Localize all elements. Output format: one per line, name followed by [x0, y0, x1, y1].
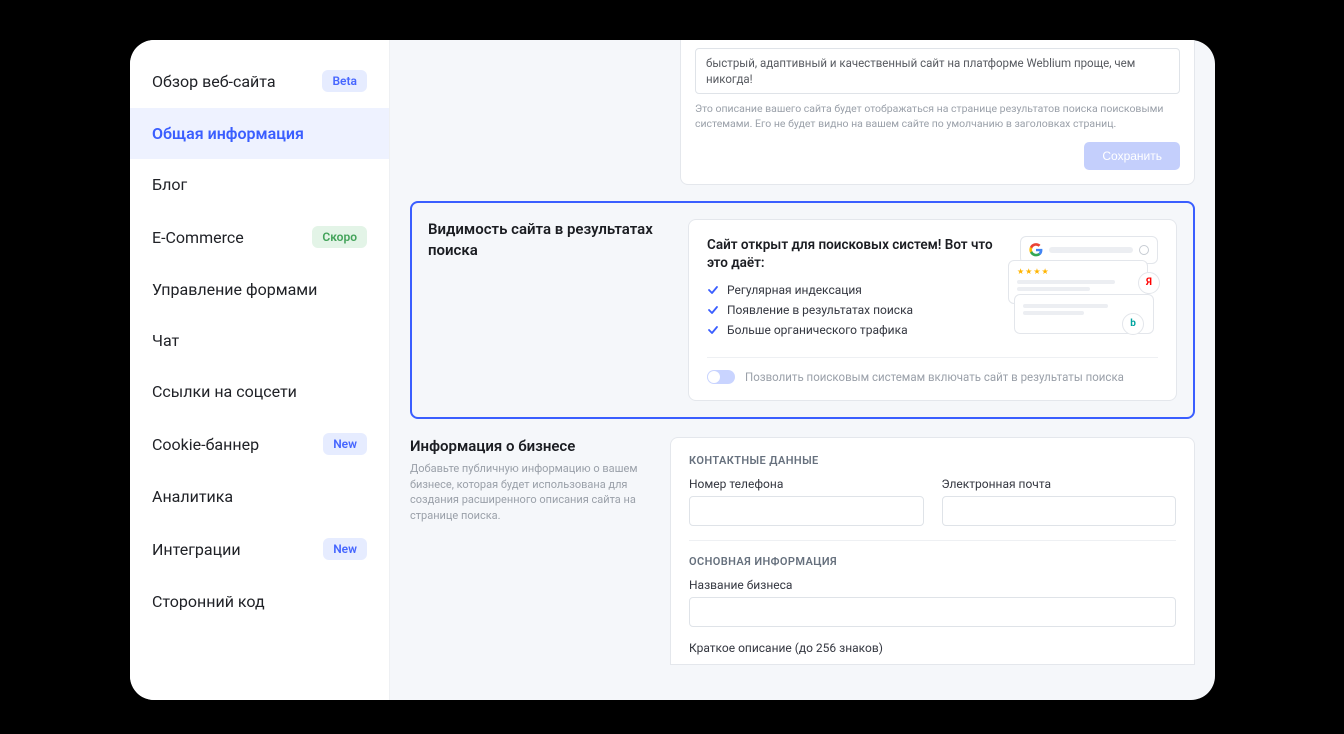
business-desc: Добавьте публичную информацию о вашем би… [410, 461, 650, 523]
phone-label: Номер телефона [689, 477, 924, 491]
sidebar-item-integrations[interactable]: Интеграции New [130, 522, 389, 576]
sidebar-item-label: Обзор веб-сайта [152, 72, 276, 91]
sidebar-item-label: Аналитика [152, 487, 233, 506]
sidebar-item-custom-code[interactable]: Сторонний код [130, 576, 389, 627]
visibility-title: Видимость сайта в результатах поиска [428, 219, 668, 261]
sidebar-item-label: Общая информация [152, 124, 304, 143]
new-badge: New [323, 538, 367, 560]
phone-input[interactable] [689, 496, 924, 526]
yandex-icon: Я [1138, 272, 1160, 294]
save-button[interactable]: Сохранить [1084, 142, 1180, 170]
sidebar-item-label: Ссылки на соцсети [152, 382, 297, 401]
check-icon [707, 284, 719, 296]
sidebar: Обзор веб-сайта Beta Общая информация Бл… [130, 40, 390, 700]
site-description-text: быстрый, адаптивный и качественный сайт … [706, 56, 1135, 86]
main-content: быстрый, адаптивный и качественный сайт … [390, 40, 1215, 700]
visibility-heading: Сайт открыт для поисковых систем! Вот чт… [707, 236, 1008, 274]
visibility-toggle[interactable] [707, 370, 735, 384]
sidebar-item-cookie[interactable]: Cookie-баннер New [130, 417, 389, 471]
bizname-label: Название бизнеса [689, 578, 1176, 592]
sidebar-item-chat[interactable]: Чат [130, 315, 389, 366]
email-input[interactable] [942, 496, 1177, 526]
sidebar-item-forms[interactable]: Управление формами [130, 264, 389, 315]
sidebar-item-label: Cookie-баннер [152, 435, 259, 454]
benefit-label: Больше органического трафика [727, 323, 908, 337]
business-panel: КОНТАКТНЫЕ ДАННЫЕ Номер телефона Электро… [670, 437, 1195, 665]
search-icon [1139, 245, 1149, 255]
site-description-textarea[interactable]: быстрый, адаптивный и качественный сайт … [695, 48, 1180, 94]
beta-badge: Beta [322, 70, 367, 92]
sidebar-item-overview[interactable]: Обзор веб-сайта Beta [130, 54, 389, 108]
sidebar-item-label: Интеграции [152, 540, 241, 559]
business-section: Информация о бизнесе Добавьте публичную … [410, 437, 1195, 665]
sidebar-item-general[interactable]: Общая информация [130, 108, 389, 159]
benefit-item: Больше органического трафика [707, 323, 1008, 337]
google-icon [1029, 243, 1043, 257]
benefit-item: Регулярная индексация [707, 283, 1008, 297]
visibility-panel: Сайт открыт для поисковых систем! Вот чт… [688, 219, 1177, 402]
check-icon [707, 324, 719, 336]
visibility-card: Видимость сайта в результатах поиска Сай… [410, 201, 1195, 420]
benefit-label: Появление в результатах поиска [727, 303, 913, 317]
sidebar-item-label: Управление формами [152, 280, 317, 299]
sidebar-item-blog[interactable]: Блог [130, 159, 389, 210]
shortdesc-label: Краткое описание (до 256 знаков) [689, 641, 1176, 655]
search-illustration: ★★★★ Я b [1008, 236, 1158, 331]
bing-icon: b [1122, 313, 1144, 335]
soon-badge: Скоро [312, 226, 367, 248]
sidebar-item-label: E-Commerce [152, 228, 244, 247]
settings-window: Обзор веб-сайта Beta Общая информация Бл… [130, 40, 1215, 700]
contact-section-title: КОНТАКТНЫЕ ДАННЫЕ [689, 454, 1176, 467]
visibility-title-col: Видимость сайта в результатах поиска [428, 219, 668, 402]
sidebar-item-analytics[interactable]: Аналитика [130, 471, 389, 522]
main-section-title: ОСНОВНАЯ ИНФОРМАЦИЯ [689, 555, 1176, 568]
check-icon [707, 304, 719, 316]
new-badge: New [323, 433, 367, 455]
star-rating-icon: ★★★★ [1017, 267, 1139, 276]
benefit-label: Регулярная индексация [727, 283, 862, 297]
sidebar-item-social[interactable]: Ссылки на соцсети [130, 366, 389, 417]
sidebar-item-label: Чат [152, 331, 179, 350]
visibility-benefits: Регулярная индексация Появление в резуль… [707, 283, 1008, 337]
bizname-input[interactable] [689, 597, 1176, 627]
sidebar-item-ecommerce[interactable]: E-Commerce Скоро [130, 210, 389, 264]
sidebar-item-label: Блог [152, 175, 187, 194]
business-title: Информация о бизнесе [410, 437, 650, 455]
email-label: Электронная почта [942, 477, 1177, 491]
benefit-item: Появление в результатах поиска [707, 303, 1008, 317]
site-description-help: Это описание вашего сайта будет отобража… [695, 102, 1180, 131]
visibility-toggle-label: Позволить поисковым системам включать са… [745, 370, 1124, 384]
sidebar-item-label: Сторонний код [152, 592, 265, 611]
site-description-card: быстрый, адаптивный и качественный сайт … [680, 40, 1195, 185]
